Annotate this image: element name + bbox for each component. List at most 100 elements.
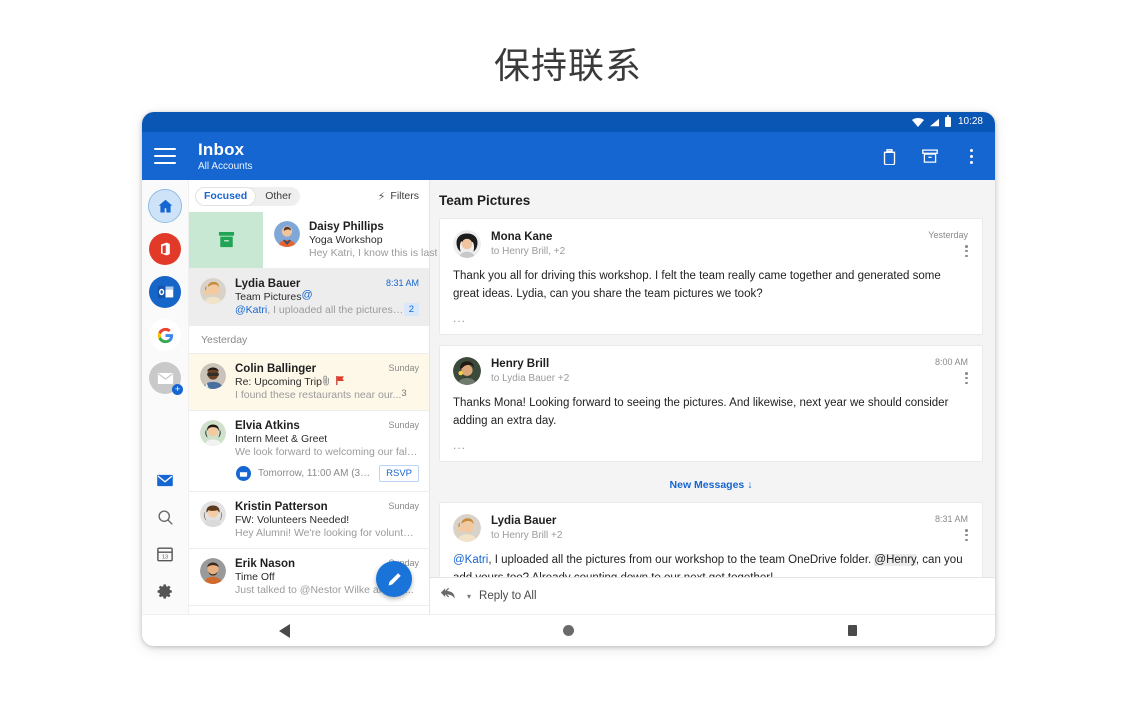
- swiped-row-body: Daisy Phillips Yoga Workshop Hey Katri, …: [263, 212, 447, 268]
- svg-text:13: 13: [162, 554, 168, 560]
- preview-mention: @Katri: [235, 304, 268, 316]
- message-overflow-icon[interactable]: [965, 372, 968, 384]
- tab-other[interactable]: Other: [256, 187, 300, 206]
- account-scope-label: All Accounts: [198, 160, 253, 172]
- message-expand-icon[interactable]: ...: [453, 438, 968, 452]
- app-bar-actions: [879, 146, 981, 166]
- avatar: [453, 230, 481, 258]
- archive-icon[interactable]: [920, 146, 940, 166]
- delete-icon[interactable]: [879, 146, 899, 166]
- archive-icon: [218, 231, 234, 248]
- wifi-icon: [911, 117, 924, 127]
- message-card[interactable]: Lydia Bauer to Henry Brill +2 8:31 AM @K…: [439, 502, 983, 577]
- list-item-subject-row: Re: Upcoming Trip: [235, 375, 419, 388]
- list-item-top: Lydia Bauer 8:31 AM: [235, 278, 419, 290]
- list-item-content: Kristin Patterson Sunday FW: Volunteers …: [235, 501, 419, 539]
- list-item-content: Lydia Bauer 8:31 AM Team Pictures @ @Kat…: [235, 278, 419, 316]
- list-item[interactable]: Lydia Bauer 8:31 AM Team Pictures @ @Kat…: [189, 269, 429, 326]
- rail-account-google[interactable]: [149, 319, 181, 351]
- message-body: Thanks Mona! Looking forward to seeing t…: [453, 397, 949, 427]
- reply-bar[interactable]: ▾ Reply to All: [430, 577, 995, 614]
- reply-all-icon[interactable]: [440, 587, 459, 605]
- swipe-archive-action[interactable]: [189, 212, 263, 268]
- message-sender: Mona Kane: [491, 231, 553, 243]
- list-item[interactable]: Kristin Patterson Sunday FW: Volunteers …: [189, 492, 429, 549]
- list-item-preview: Hey Alumni! We're looking for volunteers…: [235, 527, 419, 539]
- mention-highlight-henry: @Henry: [874, 554, 916, 566]
- message-overflow-icon[interactable]: [965, 245, 968, 257]
- rail-account-home[interactable]: [148, 189, 182, 223]
- app-bar-titles: Inbox All Accounts: [198, 140, 252, 173]
- mention-link-katri[interactable]: @Katri: [453, 554, 488, 566]
- back-triangle-icon[interactable]: [264, 621, 304, 641]
- list-item-subject: Re: Upcoming Trip: [235, 376, 322, 388]
- overflow-menu-icon[interactable]: [961, 146, 981, 166]
- reply-label: Reply to All: [479, 590, 537, 602]
- message-card[interactable]: Henry Brill to Lydia Bauer +2 8:00 AM Th…: [439, 345, 983, 462]
- add-mail-icon: [157, 372, 173, 384]
- attachment-icon: [323, 375, 329, 386]
- message-meta: Yesterday: [928, 230, 968, 257]
- message-body: Thank you all for driving this workshop.…: [453, 270, 941, 300]
- message-overflow-icon[interactable]: [965, 529, 968, 541]
- arrow-down-icon: ↓: [747, 479, 753, 491]
- calendar-icon[interactable]: 13: [155, 544, 175, 564]
- office-icon: [161, 242, 170, 256]
- message-body: @Katri, I uploaded all the pictures from…: [453, 551, 968, 577]
- filters-button[interactable]: ⚡ Filters: [378, 190, 419, 203]
- app-body: + 13 Focused Other ⚡ Filters Daisy Phill…: [142, 180, 995, 614]
- message-sender: Lydia Bauer: [491, 515, 557, 527]
- rsvp-button[interactable]: RSVP: [379, 465, 419, 482]
- reading-pane: Team Pictures Mona Kane to Henry Brill, …: [430, 180, 995, 614]
- recents-square-icon[interactable]: [833, 621, 873, 641]
- message-recipients: to Henry Brill, +2: [491, 246, 566, 257]
- rail-add-account[interactable]: +: [149, 362, 183, 395]
- list-header: Focused Other ⚡ Filters: [189, 180, 429, 212]
- list-item-time: Sunday: [388, 501, 419, 511]
- settings-gear-icon[interactable]: [155, 581, 175, 601]
- app-bar: Inbox All Accounts: [142, 132, 995, 180]
- message-time: 8:00 AM: [934, 357, 968, 367]
- rail-account-outlook[interactable]: [149, 276, 181, 308]
- avatar: [200, 363, 226, 389]
- list-item-sender: Colin Ballinger: [235, 363, 317, 375]
- avatar: [200, 501, 226, 527]
- message-list: Focused Other ⚡ Filters Daisy Phillips Y…: [189, 180, 437, 614]
- chevron-down-icon[interactable]: ▾: [467, 592, 471, 601]
- list-item-count-badge: 2: [403, 303, 419, 316]
- invite-row: Tomorrow, 11:00 AM (30m) RSVP: [235, 465, 419, 482]
- hamburger-icon[interactable]: [154, 148, 176, 164]
- home-circle-icon[interactable]: [548, 621, 588, 641]
- message-expand-icon[interactable]: ...: [453, 311, 968, 325]
- new-messages-divider[interactable]: New Messages ↓: [439, 472, 983, 502]
- list-item-top: Kristin Patterson Sunday: [235, 501, 419, 513]
- list-item-top: Colin Ballinger Sunday: [235, 363, 419, 375]
- message-sender: Henry Brill: [491, 358, 550, 370]
- list-item-sender: Elvia Atkins: [235, 420, 300, 432]
- list-item-top: Daisy Phillips: [309, 221, 437, 233]
- message-header: Mona Kane to Henry Brill, +2 Yesterday: [453, 230, 968, 258]
- list-item-top: Elvia Atkins Sunday: [235, 420, 419, 432]
- list-item[interactable]: Daisy Phillips Yoga Workshop Hey Katri, …: [189, 212, 437, 269]
- lightning-bolt-icon: ⚡: [377, 190, 386, 203]
- new-messages-label: New Messages: [669, 479, 745, 491]
- message-header: Lydia Bauer to Henry Brill +2 8:31 AM: [453, 514, 968, 542]
- conversation-title: Team Pictures: [430, 180, 995, 218]
- rail-account-office[interactable]: [149, 233, 181, 265]
- list-item[interactable]: Colin Ballinger Sunday Re: Upcoming Trip…: [189, 354, 429, 411]
- message-sender-block: Henry Brill to Lydia Bauer +2: [491, 357, 927, 384]
- message-header: Henry Brill to Lydia Bauer +2 8:00 AM: [453, 357, 968, 385]
- invite-time-label: Tomorrow, 11:00 AM (30m): [258, 468, 373, 479]
- body-part-1: , I uploaded all the pictures from our w…: [488, 554, 875, 566]
- list-item-time: Sunday: [388, 420, 419, 430]
- search-icon[interactable]: [155, 507, 175, 527]
- message-card[interactable]: Mona Kane to Henry Brill, +2 Yesterday T…: [439, 218, 983, 335]
- tab-focused[interactable]: Focused: [195, 186, 257, 206]
- avatar: [200, 420, 226, 446]
- list-item-meta-icons: [322, 375, 345, 386]
- list-item-count: 3: [401, 388, 407, 399]
- compose-fab[interactable]: [376, 561, 412, 597]
- mail-icon[interactable]: [155, 470, 175, 490]
- list-item[interactable]: Elvia Atkins Sunday Intern Meet & Greet …: [189, 411, 429, 492]
- filters-label: Filters: [390, 190, 419, 202]
